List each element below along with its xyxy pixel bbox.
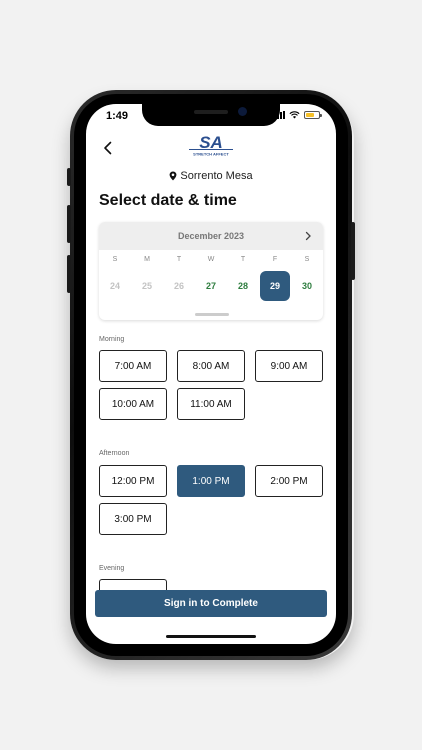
weekday-row: S M T W T F S (99, 250, 323, 263)
time-slot-button[interactable]: 3:00 PM (99, 503, 167, 535)
stretch-affect-logo: SA STRETCH AFFECT (189, 133, 233, 157)
time-slot-button[interactable]: 12:00 PM (99, 465, 167, 497)
day-cell-available[interactable]: 27 (196, 271, 226, 301)
status-time: 1:49 (106, 110, 129, 122)
power-button (351, 222, 355, 280)
mute-switch (67, 168, 71, 186)
status-icons (274, 111, 322, 119)
time-slot-button[interactable]: 11:00 AM (177, 388, 245, 420)
weekday-label: S (112, 256, 118, 263)
volume-down-button (67, 255, 71, 293)
volume-up-button (67, 205, 71, 243)
day-cell-available[interactable]: 28 (228, 271, 258, 301)
location-pin-icon (170, 171, 177, 181)
weekday-label: T (176, 256, 182, 263)
time-slot-button[interactable]: 7:00 AM (99, 350, 167, 382)
day-cell-disabled: 26 (173, 281, 184, 291)
logo-subtext: STRETCH AFFECT (193, 152, 229, 157)
location-label: Sorrento Mesa (86, 170, 336, 182)
sign-in-to-complete-button[interactable]: Sign in to Complete (95, 590, 327, 617)
wifi-icon (289, 111, 300, 119)
calendar-drag-handle[interactable] (195, 313, 229, 316)
day-cell-disabled: 25 (141, 281, 152, 291)
calendar-month: December 2023 (177, 231, 245, 241)
time-slot-button[interactable]: 8:00 AM (177, 350, 245, 382)
app-screen: 1:49 SA STRETCH AFFECT Sorrento Mesa Sel… (86, 104, 336, 644)
weekday-label: S (304, 256, 310, 263)
day-cell-available[interactable]: 30 (292, 271, 322, 301)
afternoon-section-label: Afternoon (99, 450, 130, 457)
page-title: Select date & time (99, 192, 237, 209)
calendar-header: December 2023 (99, 222, 323, 250)
day-cell-selected[interactable]: 29 (260, 271, 290, 301)
date-picker: December 2023 S M T W T F S 24 25 26 27 … (99, 222, 323, 320)
next-week-chevron-icon[interactable] (303, 231, 313, 241)
time-slot-button[interactable]: 2:00 PM (255, 465, 323, 497)
battery-icon (304, 111, 322, 119)
time-slot-button[interactable]: 9:00 AM (255, 350, 323, 382)
evening-section-label: Evening (99, 565, 125, 572)
day-cell-disabled: 24 (109, 281, 120, 291)
stage: 1:49 SA STRETCH AFFECT Sorrento Mesa Sel… (0, 0, 422, 750)
morning-section-label: Morning (99, 336, 125, 343)
back-chevron-icon[interactable] (100, 140, 116, 156)
weekday-label: W (207, 256, 215, 263)
weekday-label: T (240, 256, 246, 263)
notch (142, 104, 280, 126)
time-slot-button-selected[interactable]: 1:00 PM (177, 465, 245, 497)
time-slot-button[interactable]: 10:00 AM (99, 388, 167, 420)
weekday-label: M (144, 256, 150, 263)
front-camera (238, 107, 247, 116)
day-row: 24 25 26 27 28 29 30 (99, 263, 323, 301)
earpiece-speaker (194, 110, 228, 114)
weekday-label: F (272, 256, 278, 263)
location-name: Sorrento Mesa (180, 170, 253, 182)
home-indicator (166, 635, 256, 638)
